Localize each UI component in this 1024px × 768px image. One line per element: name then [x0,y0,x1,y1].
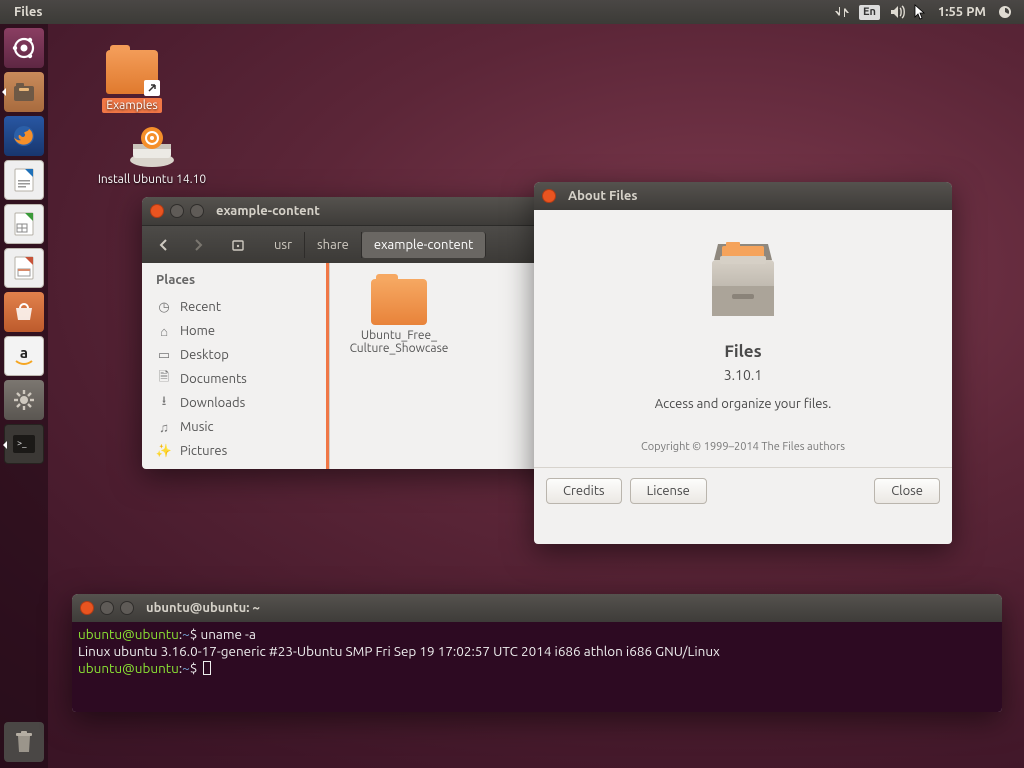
downloads-icon: ⭳ [156,392,172,414]
home-icon: ⌂ [156,324,172,339]
license-button[interactable]: License [630,478,707,504]
folder-label: Ubuntu_Free_ Culture_Showcase [344,329,454,355]
session-indicator-icon[interactable] [992,0,1018,24]
sidebar-item-documents[interactable]: 🗎 Documents [156,367,329,391]
window-maximize-button[interactable] [190,204,204,218]
unity-launcher: a >_ [0,24,48,768]
terminal-command: uname -a [201,626,256,642]
sidebar-item-desktop[interactable]: ▭ Desktop [156,343,329,367]
about-version: 3.10.1 [558,367,928,383]
svg-text:a: a [20,344,28,361]
sidebar-item-recent[interactable]: ◷ Recent [156,295,329,319]
launcher-calc[interactable] [4,204,44,244]
breadcrumb-segment[interactable]: usr [262,232,305,258]
terminal-titlebar[interactable]: ubuntu@ubuntu: ~ [72,594,1002,622]
folder-item[interactable]: Ubuntu_Free_ Culture_Showcase [344,279,454,355]
launcher-terminal[interactable]: >_ [4,424,44,464]
pictures-icon: ✨ [156,444,172,459]
terminal-title: ubuntu@ubuntu: ~ [146,601,260,615]
window-minimize-button[interactable] [100,601,114,615]
terminal-prompt-path: ~ [182,660,190,676]
terminal-prompt-user: ubuntu@ubuntu [78,660,179,676]
launcher-trash[interactable] [4,722,44,762]
sidebar-item-home[interactable]: ⌂ Home [156,319,329,343]
terminal-window: ubuntu@ubuntu: ~ ubuntu@ubuntu:~$ uname … [72,594,1002,712]
keyboard-indicator[interactable]: En [859,5,880,20]
breadcrumb: usr share example-content [262,232,486,258]
music-icon: ♫ [156,420,172,435]
nav-back-button[interactable] [150,232,178,258]
credits-button[interactable]: Credits [546,478,622,504]
launcher-firefox[interactable] [4,116,44,156]
clock-icon: ◷ [156,300,172,315]
desktop-icon-examples[interactable]: Examples [72,50,192,113]
about-titlebar[interactable]: About Files [534,182,952,210]
about-window-title: About Files [568,189,638,203]
launcher-amazon[interactable]: a [4,336,44,376]
window-close-button[interactable] [150,204,164,218]
shortcut-badge-icon [144,80,160,96]
network-indicator-icon[interactable] [829,0,855,24]
about-copyright: Copyright © 1999–2014 The Files authors [558,441,928,453]
breadcrumb-segment-current[interactable]: example-content [362,232,486,258]
app-menu-label[interactable]: Files [8,0,48,24]
desktop-icon-label: Install Ubuntu 14.10 [94,172,210,187]
sidebar-item-label: Pictures [180,444,227,458]
sidebar-item-downloads[interactable]: ⭳ Downloads [156,391,329,415]
sidebar-item-label: Home [180,324,215,338]
mouse-pointer-icon [908,0,932,24]
desktop-icon-label: Examples [102,98,161,113]
path-root-button[interactable] [224,232,252,258]
files-window-title: example-content [216,204,320,218]
launcher-files[interactable] [4,72,44,112]
terminal-output: Linux ubuntu 3.16.0-17-generic #23-Ubunt… [78,643,720,659]
launcher-software-center[interactable] [4,292,44,332]
about-dialog: About Files Files 3.10.1 Access and orga… [534,182,952,544]
nav-forward-button[interactable] [184,232,212,258]
launcher-impress[interactable] [4,248,44,288]
sidebar-item-music[interactable]: ♫ Music [156,415,329,439]
about-description: Access and organize your files. [558,397,928,411]
terminal-body[interactable]: ubuntu@ubuntu:~$ uname -a Linux ubuntu 3… [72,622,1002,712]
svg-text:>_: >_ [17,438,27,448]
sidebar-item-label: Recent [180,300,221,314]
sidebar-scrollbar[interactable] [326,263,329,469]
app-icon [690,226,796,332]
terminal-prompt-user: ubuntu@ubuntu [78,626,179,642]
breadcrumb-segment[interactable]: share [305,232,362,258]
terminal-cursor [203,661,211,675]
top-panel: Files En 1:55 PM [0,0,1024,24]
launcher-writer[interactable] [4,160,44,200]
window-maximize-button[interactable] [120,601,134,615]
sidebar-item-pictures[interactable]: ✨ Pictures [156,439,329,463]
sidebar-item-label: Desktop [180,348,229,362]
desktop-icon-install-ubuntu[interactable]: Install Ubuntu 14.10 [72,124,232,187]
sidebar-item-label: Documents [180,372,247,386]
window-close-button[interactable] [542,189,556,203]
places-header: Places [156,273,329,287]
terminal-prompt-path: ~ [182,626,190,642]
window-minimize-button[interactable] [170,204,184,218]
launcher-dash[interactable] [4,28,44,68]
places-sidebar: Places ◷ Recent ⌂ Home ▭ Desktop 🗎 Documents… [142,263,330,469]
desktop-icon: ▭ [156,348,172,363]
window-close-button[interactable] [80,601,94,615]
close-button[interactable]: Close [874,478,940,504]
sidebar-item-label: Downloads [180,396,245,410]
launcher-settings[interactable] [4,380,44,420]
about-app-name: Files [558,342,928,361]
clock[interactable]: 1:55 PM [932,0,992,24]
documents-icon: 🗎 [156,368,172,390]
sidebar-item-label: Music [180,420,214,434]
